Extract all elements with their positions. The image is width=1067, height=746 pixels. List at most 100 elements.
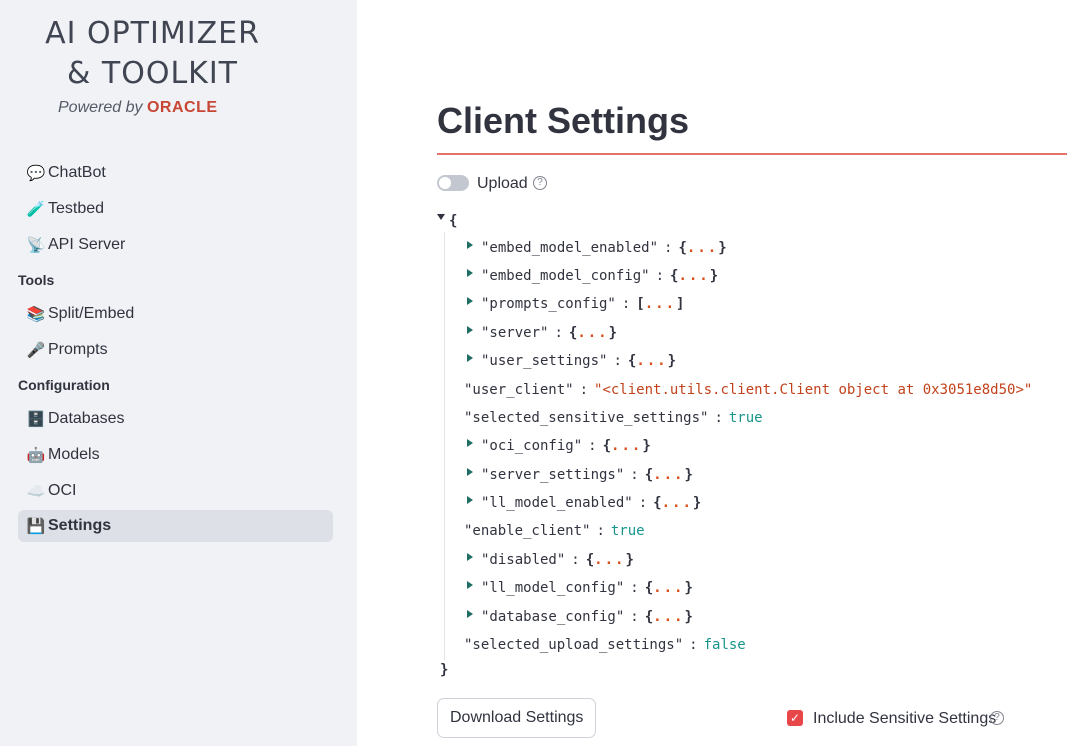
json-collapsed-ellipsis[interactable]: ... [577, 325, 608, 341]
json-entry[interactable]: "server_settings": {...} [467, 465, 693, 485]
books-icon: 📚 [26, 306, 46, 323]
json-brace: } [684, 609, 693, 625]
json-entry[interactable]: "server": {...} [467, 323, 617, 343]
json-entry: "selected_upload_settings": false [464, 635, 746, 655]
json-entry: "enable_client": true [464, 521, 645, 541]
json-colon: : [596, 523, 605, 539]
json-entry[interactable]: "disabled": {...} [467, 550, 634, 570]
help-icon[interactable]: ? [990, 711, 1004, 725]
json-indent-guide [444, 232, 445, 660]
json-colon: : [579, 382, 589, 398]
json-collapsed-ellipsis[interactable]: ... [645, 296, 676, 312]
expand-caret-icon[interactable] [467, 326, 473, 334]
expand-caret-icon[interactable] [467, 553, 473, 561]
json-root-open[interactable]: { [437, 211, 457, 231]
json-collapsed-ellipsis[interactable]: ... [687, 240, 718, 256]
upload-label: Upload [477, 175, 528, 192]
json-colon: : [664, 240, 673, 256]
sidebar-item-label: Split/Embed [48, 305, 135, 322]
collapse-caret-icon[interactable] [437, 214, 445, 220]
json-brace: { [585, 552, 595, 568]
json-brace: { [644, 467, 654, 483]
sidebar-item-oci[interactable]: ☁️ OCI [18, 475, 333, 507]
json-collapsed-ellipsis[interactable]: ... [611, 438, 642, 454]
json-brace: } [684, 467, 693, 483]
logo-title-line2: & TOOLKIT [66, 56, 239, 91]
help-icon[interactable]: ? [533, 176, 547, 190]
json-entry[interactable]: "prompts_config": [...] [467, 294, 684, 314]
sidebar: AI OPTIMIZER & TOOLKIT Powered by ORACLE… [0, 0, 357, 746]
expand-caret-icon[interactable] [467, 468, 473, 476]
json-entry[interactable]: "embed_model_enabled": {...} [467, 238, 727, 258]
upload-toggle[interactable] [437, 175, 469, 191]
sidebar-item-databases[interactable]: 🗄️ Databases [18, 403, 333, 435]
sidebar-item-label: Settings [48, 517, 112, 534]
json-brace: } [608, 325, 618, 341]
json-colon: : [630, 467, 639, 483]
expand-caret-icon[interactable] [467, 297, 473, 305]
json-collapsed-ellipsis[interactable]: ... [653, 580, 684, 596]
include-sensitive-checkbox[interactable]: ✓ [787, 710, 803, 726]
json-root-close: } [440, 660, 448, 680]
sidebar-item-split-embed[interactable]: 📚 Split/Embed [18, 298, 333, 330]
expand-caret-icon[interactable] [467, 439, 473, 447]
expand-caret-icon[interactable] [467, 496, 473, 504]
json-collapsed-ellipsis[interactable]: ... [636, 353, 667, 369]
json-entry[interactable]: "ll_model_enabled": {...} [467, 493, 701, 513]
json-key: "prompts_config" [481, 296, 616, 312]
json-brace: { [653, 495, 662, 511]
json-colon: : [554, 325, 563, 341]
json-brace: { [678, 240, 687, 256]
sidebar-item-chatbot[interactable]: 💬 ChatBot [18, 157, 333, 189]
sidebar-item-prompts[interactable]: 🎤 Prompts [18, 334, 333, 366]
json-entry[interactable]: "database_config": {...} [467, 607, 693, 627]
json-colon: : [588, 438, 597, 454]
sidebar-item-label: ChatBot [48, 164, 106, 181]
json-brace: [ [636, 296, 645, 312]
json-brace: } [684, 580, 693, 596]
json-key: "embed_model_enabled" [481, 240, 659, 256]
download-settings-button[interactable]: Download Settings [437, 698, 597, 738]
expand-caret-icon[interactable] [467, 354, 473, 362]
powered-by-label: Powered by ORACLE [58, 99, 218, 117]
cloud-icon: ☁️ [26, 483, 46, 500]
json-entry[interactable]: "oci_config": {...} [467, 436, 651, 456]
sidebar-item-models[interactable]: 🤖 Models [18, 439, 333, 471]
sidebar-item-label: Models [48, 446, 100, 463]
section-label-configuration: Configuration [18, 377, 110, 393]
json-collapsed-ellipsis[interactable]: ... [653, 467, 684, 483]
json-key: "user_settings" [481, 353, 608, 369]
sidebar-item-settings[interactable]: 💾 Settings [18, 510, 333, 542]
expand-caret-icon[interactable] [467, 610, 473, 618]
robot-icon: 🤖 [26, 447, 46, 464]
expand-caret-icon[interactable] [467, 269, 473, 277]
json-entry[interactable]: "ll_model_config": {...} [467, 578, 693, 598]
json-colon: : [571, 552, 580, 568]
json-string-value: "<client.utils.client.Client object at 0… [594, 382, 1033, 398]
sidebar-item-api-server[interactable]: 📡 API Server [18, 229, 333, 261]
microphone-icon: 🎤 [26, 342, 46, 359]
json-brace: } [718, 240, 727, 256]
json-key: "ll_model_config" [481, 580, 625, 596]
sidebar-item-label: Prompts [48, 341, 108, 358]
json-collapsed-ellipsis[interactable]: ... [653, 609, 684, 625]
json-collapsed-ellipsis[interactable]: ... [594, 552, 625, 568]
sidebar-item-testbed[interactable]: 🧪 Testbed [18, 193, 333, 225]
logo-title-line1: AI OPTIMIZER [45, 16, 260, 51]
expand-caret-icon[interactable] [467, 581, 473, 589]
json-collapsed-ellipsis[interactable]: ... [662, 495, 693, 511]
json-boolean-value: false [703, 637, 746, 653]
json-colon: : [613, 353, 622, 369]
json-brace: ] [676, 296, 685, 312]
json-colon: : [689, 637, 698, 653]
json-entry: "user_client": "<client.utils.client.Clie… [464, 380, 1032, 400]
json-collapsed-ellipsis[interactable]: ... [678, 268, 709, 284]
powered-prefix: Powered by [58, 99, 143, 116]
json-key: "user_client" [464, 382, 574, 398]
json-entry[interactable]: "embed_model_config": {...} [467, 266, 718, 286]
json-brace: } [692, 495, 702, 511]
sidebar-item-label: Databases [48, 410, 125, 427]
page-title: Client Settings [437, 100, 690, 141]
expand-caret-icon[interactable] [467, 241, 473, 249]
json-entry[interactable]: "user_settings": {...} [467, 351, 676, 371]
